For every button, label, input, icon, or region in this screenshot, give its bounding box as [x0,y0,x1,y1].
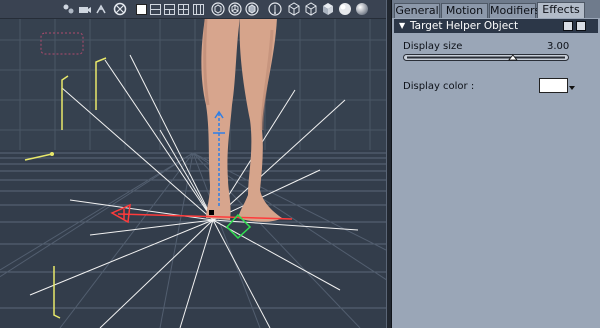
display-size-label: Display size [403,41,463,52]
tab-modifiers[interactable]: Modifiers [489,3,540,18]
full-view-icon[interactable] [192,2,204,16]
box-icon[interactable] [304,2,318,16]
camera-icon[interactable] [78,2,92,16]
property-tabs: General Motion Modifiers Effects [392,0,600,18]
tab-general[interactable]: General [394,3,440,18]
solid-box-icon[interactable] [321,2,335,16]
shaded-sphere-icon[interactable] [355,2,369,16]
viewport-toolbar [0,0,386,19]
collapse-triangle-icon[interactable]: ▼ [399,19,405,33]
rotate-helper-icon[interactable] [228,2,242,16]
display-color-label: Display color : [403,81,475,92]
four-view-icon[interactable] [177,2,189,16]
move-helper-icon[interactable] [211,2,225,16]
save-preset-icon[interactable] [563,21,573,31]
display-color-swatch[interactable] [539,78,568,93]
display-size-slider[interactable] [403,54,569,61]
tab-motion[interactable]: Motion [441,3,488,18]
tab-effects[interactable]: Effects [537,2,585,18]
viewport-scene [0,0,386,328]
solid-sphere-icon[interactable] [338,2,352,16]
bones-icon[interactable] [95,2,109,16]
section-title: Target Helper Object [410,20,519,32]
3d-viewport[interactable] [0,0,386,328]
scale-helper-icon[interactable] [245,2,259,16]
three-view-icon[interactable] [163,2,175,16]
single-view-icon[interactable] [135,2,147,16]
load-preset-icon[interactable] [576,21,586,31]
outline-box-icon[interactable] [287,2,301,16]
section-header[interactable]: ▼ Target Helper Object [394,19,598,33]
lights-icon[interactable] [62,2,74,16]
grid-display-icon[interactable] [113,2,127,16]
target-point[interactable] [209,210,214,215]
display-size-value[interactable]: 3.00 [547,41,569,52]
wireframe-icon[interactable] [268,2,282,16]
application-window: General Motion Modifiers Effects ▼ Targe… [0,0,600,328]
two-view-icon[interactable] [149,2,161,16]
color-dropdown-arrow-icon[interactable] [569,86,575,90]
